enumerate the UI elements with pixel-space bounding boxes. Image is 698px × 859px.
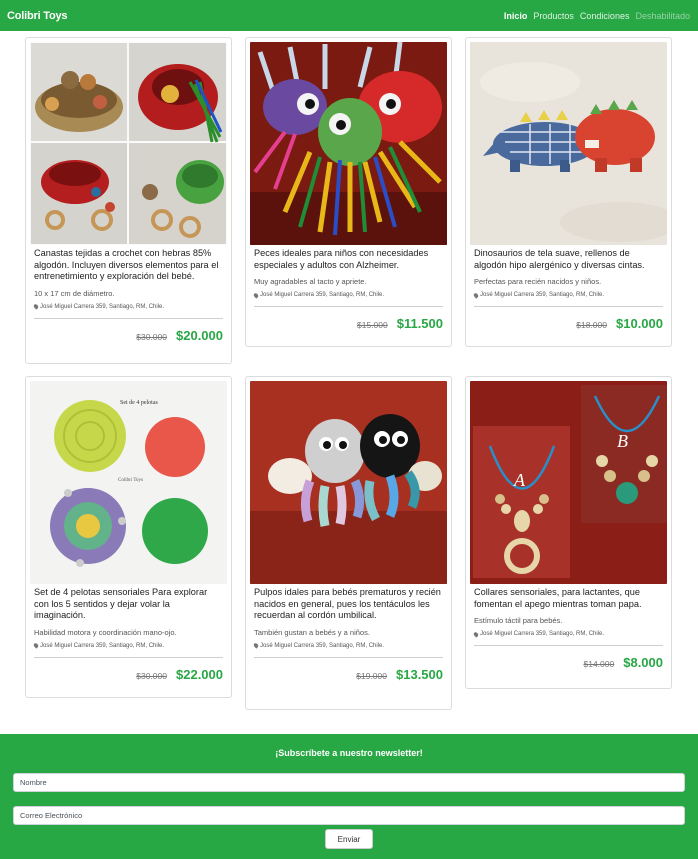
- product-location: José Miguel Carrera 359, Santiago, RM, C…: [472, 630, 663, 638]
- old-price: $15.000: [356, 320, 388, 330]
- image-label-b: B: [617, 431, 628, 451]
- product-description: También gustan a bebés y a niños.: [254, 627, 370, 637]
- product-title: Set de 4 pelotas sensoriales Para explor…: [34, 587, 208, 620]
- image-caption: Set de 4 pelotas: [120, 400, 158, 406]
- old-price: $30.000: [136, 670, 167, 681]
- price-row: $14.000 $8.000: [474, 655, 664, 670]
- location-text: José Miguel Carrera 359, Santiago, RM, C…: [480, 631, 605, 637]
- nav-link-deshabilitado: Deshabilitado: [635, 10, 690, 21]
- divider: [34, 656, 223, 658]
- product-description: Muy agradables al tacto y apriete.: [254, 277, 367, 286]
- product-location: José Miguel Carrera 359, Santiago, RM, C…: [472, 291, 663, 299]
- current-price: $10.000: [616, 316, 663, 331]
- card-body: Set de 4 pelotas sensoriales Para explor…: [32, 587, 223, 682]
- product-location: José Miguel Carrera 359, Santiago, RM, C…: [32, 642, 223, 649]
- old-price: $19.000: [356, 670, 387, 681]
- old-price: $18.000: [576, 320, 607, 330]
- map-marker-icon: [472, 630, 480, 638]
- divider: [34, 317, 223, 319]
- current-price: $8.000: [623, 655, 663, 670]
- nav-link-productos[interactable]: Productos: [533, 11, 574, 21]
- nav-links: Inicio Productos Condiciones Deshabilita…: [504, 11, 690, 21]
- old-price: $30.000: [136, 331, 167, 342]
- product-description: Habilidad motora y coordinación mano-ojo…: [34, 627, 177, 637]
- product-description: 10 x 17 cm de diámetro.: [34, 288, 115, 298]
- email-input[interactable]: [13, 806, 685, 825]
- product-image-dinosaurios: [470, 42, 667, 245]
- product-description: Estímulo táctil para bebés.: [474, 616, 563, 625]
- product-image-collares: A B: [470, 381, 667, 584]
- product-title: Dinosaurios de tela suave, rellenos de a…: [474, 248, 645, 270]
- product-card-peces[interactable]: Peces ideales para niños con necesidades…: [245, 37, 452, 347]
- price-row: $15.000 $11.500: [254, 316, 443, 331]
- product-card-pelotas[interactable]: Set de 4 pelotas Colibri Toys Set de 4 p…: [25, 376, 232, 698]
- divider: [254, 306, 443, 307]
- card-body: Peces ideales para niños con necesidades…: [252, 248, 443, 331]
- name-input[interactable]: [13, 773, 685, 792]
- product-location: José Miguel Carrera 359, Santiago, RM, C…: [252, 642, 443, 649]
- map-marker-icon: [472, 291, 480, 299]
- price-row: $19.000 $13.500: [254, 667, 443, 682]
- current-price: $11.500: [396, 316, 443, 331]
- product-title: Peces ideales para niños con necesidades…: [254, 248, 429, 270]
- divider: [254, 656, 443, 658]
- card-body: Canastas tejidas a crochet con hebras 85…: [32, 248, 223, 343]
- map-marker-icon: [32, 303, 40, 310]
- product-card-pulpos[interactable]: Pulpos idales para bebés prematuros y re…: [245, 376, 452, 710]
- location-text: José Miguel Carrera 359, Santiago, RM, C…: [40, 303, 165, 310]
- product-image-pelotas: Set de 4 pelotas Colibri Toys: [30, 381, 227, 584]
- product-card-canastas[interactable]: Canastas tejidas a crochet con hebras 85…: [25, 37, 232, 364]
- map-marker-icon: [252, 291, 260, 299]
- location-text: José Miguel Carrera 359, Santiago, RM, C…: [260, 292, 385, 298]
- location-text: José Miguel Carrera 359, Santiago, RM, C…: [480, 292, 605, 298]
- image-label-a: A: [513, 470, 526, 490]
- card-body: Pulpos idales para bebés prematuros y re…: [252, 587, 443, 682]
- price-row: $18.000 $10.000: [474, 316, 663, 331]
- current-price: $22.000: [176, 666, 223, 682]
- product-description: Perfectas para recién nacidos y niños.: [474, 277, 602, 286]
- old-price: $14.000: [583, 659, 615, 669]
- product-image-pulpos: [250, 381, 447, 584]
- product-card-collares[interactable]: A B Collares sensoriales, para lactantes…: [465, 376, 672, 689]
- newsletter-title: ¡Subscríbete a nuestro newsletter!: [275, 748, 423, 758]
- map-marker-icon: [252, 642, 260, 649]
- navbar: Colibri Toys Inicio Productos Condicione…: [0, 0, 698, 31]
- brand-logo[interactable]: Colibri Toys: [7, 10, 68, 22]
- product-title: Collares sensoriales, para lactantes, qu…: [474, 587, 642, 609]
- product-image-peces: [250, 42, 447, 245]
- product-image-canastas: [30, 42, 227, 245]
- card-body: Collares sensoriales, para lactantes, qu…: [472, 587, 664, 670]
- current-price: $13.500: [396, 666, 443, 682]
- location-text: José Miguel Carrera 359, Santiago, RM, C…: [40, 642, 165, 649]
- image-watermark: Colibri Toys: [118, 478, 143, 483]
- nav-link-inicio[interactable]: Inicio: [504, 11, 528, 21]
- product-card-dinosaurios[interactable]: Dinosaurios de tela suave, rellenos de a…: [465, 37, 672, 347]
- product-location: José Miguel Carrera 359, Santiago, RM, C…: [32, 303, 223, 310]
- send-button[interactable]: Enviar: [325, 829, 373, 849]
- product-location: José Miguel Carrera 359, Santiago, RM, C…: [252, 291, 443, 299]
- divider: [474, 306, 663, 307]
- product-title: Pulpos idales para bebés prematuros y re…: [254, 587, 441, 620]
- price-row: $30.000 $22.000: [34, 667, 223, 682]
- divider: [474, 645, 663, 646]
- nav-link-condiciones[interactable]: Condiciones: [580, 11, 630, 21]
- location-text: José Miguel Carrera 359, Santiago, RM, C…: [260, 642, 385, 649]
- card-body: Dinosaurios de tela suave, rellenos de a…: [472, 248, 663, 331]
- map-marker-icon: [32, 642, 40, 649]
- price-row: $30.000 $20.000: [34, 328, 223, 343]
- current-price: $20.000: [176, 327, 223, 343]
- product-title: Canastas tejidas a crochet con hebras 85…: [34, 248, 219, 281]
